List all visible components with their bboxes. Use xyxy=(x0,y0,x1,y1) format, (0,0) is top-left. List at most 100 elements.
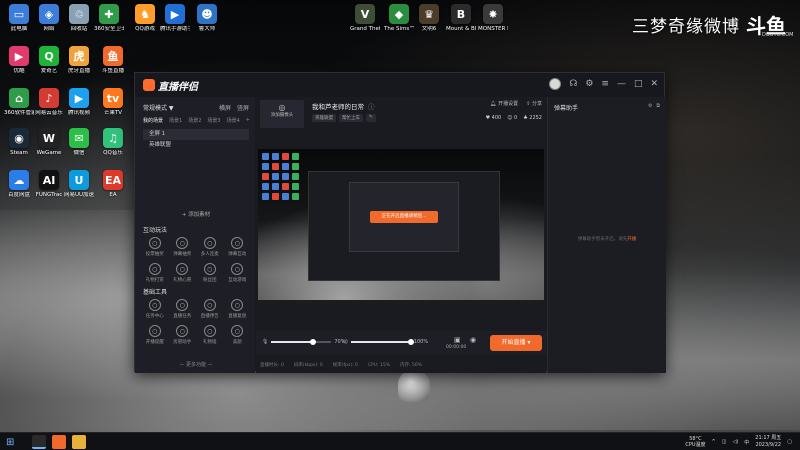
tab-portrait[interactable]: 竖屏 xyxy=(237,103,249,112)
desktop-icon[interactable]: ♞ QQ游戏 xyxy=(130,4,160,33)
mode-select[interactable]: 常规模式 ▼ xyxy=(143,105,174,112)
edit-tag-icon[interactable]: ✎ xyxy=(366,114,376,122)
desktop-icon[interactable]: 虎虎牙直播 xyxy=(64,46,94,75)
watermark-text: 三梦奇缘微博 xyxy=(632,17,740,37)
notification-icon[interactable]: ▢ xyxy=(787,439,792,445)
tool-button[interactable]: ○ 礼物墙 xyxy=(196,325,224,345)
desktop-icon[interactable]: ▭ 此电脑 xyxy=(4,4,34,33)
tool-button[interactable]: ○ 弹幕互动 xyxy=(224,237,252,257)
desktop-icon[interactable]: ▶ 优酷 xyxy=(4,46,34,75)
desktop-icon[interactable]: ✸ MONSTER HUNTER xyxy=(478,4,508,33)
add-scene-icon[interactable]: + xyxy=(246,117,250,124)
tool-button[interactable]: ○ 房管助手 xyxy=(169,325,197,345)
desktop-icon[interactable]: ◈ 网络 xyxy=(34,4,64,33)
tab-scene-3[interactable]: 场景3 xyxy=(207,117,220,124)
tool-button[interactable]: ○ 弹幕抽奖 xyxy=(169,237,197,257)
tag-category[interactable]: 英雄联盟 xyxy=(312,114,336,122)
tool-button[interactable]: ○ 互动游戏 xyxy=(224,263,252,283)
tool-button[interactable]: ○ 开播提醒 xyxy=(141,325,169,345)
desktop-icon[interactable]: ⌂ 360软件管家 xyxy=(4,88,34,117)
live-title[interactable]: 我和芦老师的日常 ⓘ xyxy=(312,101,375,111)
desktop-icon[interactable]: ☁ 百度网盘 xyxy=(4,170,34,199)
status-cpu: CPU: 15% xyxy=(367,362,391,368)
avatar[interactable] xyxy=(549,78,562,90)
desktop-icon[interactable]: ☻ 鲁大师 xyxy=(192,4,222,33)
desktop-icon[interactable]: ▶ 腾讯手游助手 xyxy=(160,4,190,33)
network-icon[interactable]: ◫ xyxy=(722,439,727,445)
tool-button[interactable]: ○ 任务中心 xyxy=(141,299,169,319)
speaker-volume-slider[interactable] xyxy=(350,339,414,345)
maximize-icon[interactable]: □ xyxy=(634,79,643,89)
more-functions-link[interactable]: — 更多功能 — xyxy=(143,361,249,368)
headset-icon[interactable]: ☊ xyxy=(569,79,577,89)
desktop-icon[interactable]: Q 爱奇艺 xyxy=(34,46,64,75)
stream-preview[interactable]: 正在开启直播请稍后... xyxy=(258,149,544,306)
mic-icon[interactable]: 🎙︎ xyxy=(262,339,268,345)
tool-button[interactable]: ○ 直播复盘 xyxy=(224,299,252,319)
desktop-icon[interactable]: ✚ 360安全卫士 xyxy=(94,4,124,33)
tool-button[interactable]: ○ 直播任务 xyxy=(169,299,197,319)
tool-button[interactable]: ○ 投票抽奖 xyxy=(141,237,169,257)
tag-topic[interactable]: 帮忙上车 xyxy=(339,114,363,122)
speaker-icon[interactable]: ◁) xyxy=(342,339,348,345)
tencent-video-icon: ▶ xyxy=(69,88,89,108)
scene-item[interactable]: 英雄联盟 xyxy=(143,140,249,151)
desktop-icon[interactable]: EA EA xyxy=(98,170,128,199)
tool-button[interactable]: ○ 礼物心愿 xyxy=(169,263,197,283)
desktop-icon[interactable]: 鱼斗鱼直播 xyxy=(98,46,128,75)
menu-icon[interactable]: ≡ xyxy=(601,79,609,89)
desktop-icon[interactable]: ♪ 网易云音乐 xyxy=(34,88,64,117)
tool-button[interactable]: ○ 直播预告 xyxy=(196,299,224,319)
ime-icon[interactable]: 中 xyxy=(744,439,749,446)
desktop-icon[interactable]: V Grand Theft Auto V xyxy=(350,4,380,33)
screenshot-icon[interactable]: ◉ xyxy=(470,336,476,344)
settings-icon[interactable]: ⚙ xyxy=(585,79,593,89)
tab-scene-1[interactable]: 场景1 xyxy=(169,117,182,124)
desktop-icon[interactable]: ◆ The Sims™ 4 xyxy=(384,4,414,33)
danmu-settings-icon[interactable]: ⚙ xyxy=(648,103,652,109)
desktop-icon[interactable]: ◉ Steam xyxy=(4,128,34,157)
tool-button[interactable]: ○ 礼物打赏 xyxy=(141,263,169,283)
share-button[interactable]: ⇪ 分享 xyxy=(526,100,542,107)
mic-volume-slider[interactable] xyxy=(271,339,332,345)
speaker-volume-knob[interactable] xyxy=(407,339,414,345)
desktop-icon[interactable]: U 网易UU加速器 xyxy=(64,170,94,199)
mic-volume[interactable]: 🎙︎ 70% xyxy=(262,339,345,345)
tab-landscape[interactable]: 横屏 xyxy=(219,103,231,112)
desktop-icon[interactable]: ♫ QQ音乐 xyxy=(98,128,128,157)
windows-start-icon[interactable]: ⊞ xyxy=(6,437,14,448)
tab-scene-2[interactable]: 场景2 xyxy=(188,117,201,124)
desktop-icon[interactable]: ▶ 腾讯视频 xyxy=(64,88,94,117)
minimize-icon[interactable]: — xyxy=(617,79,626,89)
desktop-icon[interactable]: ✉ 微信 xyxy=(64,128,94,157)
speaker-volume[interactable]: ◁) 100% xyxy=(342,339,428,345)
desktop-icon[interactable]: ♛ 文明6 xyxy=(414,4,444,33)
add-material-button[interactable]: + 添加素材 xyxy=(143,210,249,218)
record-icon[interactable]: ▣ xyxy=(454,336,461,344)
desktop-icon[interactable]: B Mount & Blade II xyxy=(446,4,476,33)
live-settings-button[interactable]: 🔔︎ 开播设置 xyxy=(490,100,518,107)
danmu-popout-icon[interactable]: ⧉ xyxy=(656,103,660,109)
close-icon[interactable]: ✕ xyxy=(650,79,658,89)
scene-item[interactable]: 全屏 1 xyxy=(143,129,249,140)
add-camera-button[interactable]: ◎ 添加摄像头 xyxy=(260,100,304,128)
danmu-start-link[interactable]: 开播 xyxy=(627,237,636,242)
tab-my-scenes[interactable]: 我的场景 xyxy=(143,117,163,124)
taskbar-app-icon[interactable] xyxy=(52,435,66,449)
desktop-icon[interactable]: AI FUNGTrac xyxy=(34,170,64,199)
desktop-icon[interactable]: ♲ 回收站 xyxy=(64,4,94,33)
taskbar-live-companion-icon[interactable] xyxy=(32,435,46,449)
desktop-icon[interactable]: tv 芒果TV xyxy=(98,88,128,117)
tool-button[interactable]: ○ 多人连麦 xyxy=(196,237,224,257)
tool-button[interactable]: ○ 粉丝团 xyxy=(196,263,224,283)
clock[interactable]: 21:17 周五 2023/9/22 xyxy=(755,435,781,449)
start-live-button[interactable]: 开始直播 ▾ xyxy=(490,335,542,351)
volume-icon[interactable]: ◁) xyxy=(732,439,738,445)
tab-scene-4[interactable]: 场景4 xyxy=(227,117,240,124)
desktop-icon[interactable]: W WeGame xyxy=(34,128,64,157)
app-titlebar[interactable]: 直播伴侣 ☊ ⚙ ≡ — □ ✕ xyxy=(135,73,664,97)
tool-button[interactable]: ○ 美颜 xyxy=(224,325,252,345)
taskbar-folder-icon[interactable] xyxy=(72,435,86,449)
tray-arrow-icon[interactable]: ^ xyxy=(712,439,716,445)
mic-volume-knob[interactable] xyxy=(310,339,317,345)
